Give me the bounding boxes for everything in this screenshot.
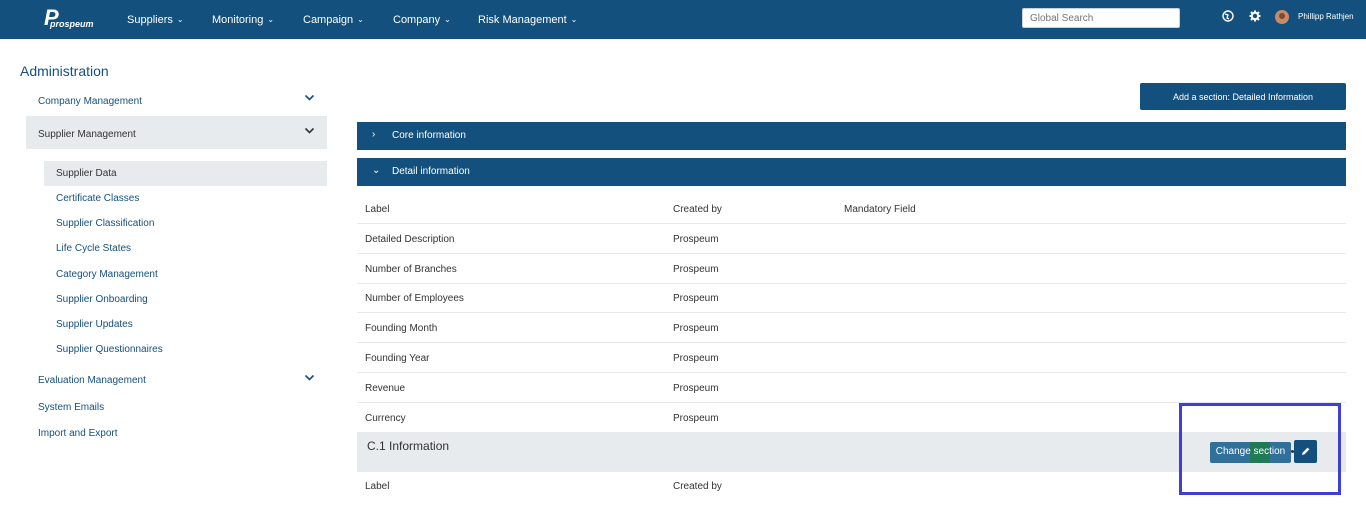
sidebar-item-evaluation-management[interactable]: Evaluation Management <box>38 375 146 386</box>
top-navbar: P prospeum Suppliers ⌄ Monitoring ⌄ Campai… <box>0 0 1366 39</box>
row-created-by: Prospeum <box>673 323 719 334</box>
section-label: Detail information <box>392 166 470 177</box>
column-header-label: Label <box>365 204 390 215</box>
sidebar-subitem-supplier-questionnaires[interactable]: Supplier Questionnaires <box>56 344 163 355</box>
globe-icon[interactable] <box>1222 10 1234 22</box>
sidebar-subitem-life-cycle-states[interactable]: Life Cycle States <box>56 243 131 254</box>
nav-label: Company <box>393 14 441 26</box>
subsection-title: C.1 Information <box>367 439 450 453</box>
nav-label: Monitoring <box>212 14 264 26</box>
avatar[interactable] <box>1275 10 1289 24</box>
global-search-input[interactable] <box>1022 8 1180 28</box>
chevron-down-icon: ⌄ <box>570 15 578 24</box>
sidebar-title: Administration <box>20 63 109 79</box>
chevron-down-icon[interactable] <box>304 94 315 102</box>
sidebar-subitem-supplier-onboarding[interactable]: Supplier Onboarding <box>56 294 148 305</box>
column-header-created-by: Created by <box>673 481 722 492</box>
row-label: Detailed Description <box>365 234 455 245</box>
row-label: Number of Branches <box>365 264 457 275</box>
gear-icon[interactable] <box>1249 10 1261 22</box>
sidebar-subitem-supplier-updates[interactable]: Supplier Updates <box>56 319 133 330</box>
row-label: Founding Year <box>365 353 430 364</box>
logo-text: prospeum <box>50 19 94 29</box>
column-header-mandatory: Mandatory Field <box>844 204 916 215</box>
sidebar-subitem-certificate-classes[interactable]: Certificate Classes <box>56 193 139 204</box>
chevron-down-icon[interactable] <box>304 374 315 382</box>
sidebar-subitem-supplier-classification[interactable]: Supplier Classification <box>56 218 154 229</box>
sidebar-item-import-export[interactable]: Import and Export <box>38 428 117 439</box>
nav-campaign[interactable]: Campaign ⌄ <box>303 14 364 26</box>
nav-label: Risk Management <box>478 14 567 26</box>
column-header-created-by: Created by <box>673 204 722 215</box>
chevron-down-icon: ⌄ <box>372 165 381 176</box>
row-created-by: Prospeum <box>673 293 719 304</box>
chevron-down-icon[interactable] <box>304 127 315 135</box>
sidebar-item-company-management[interactable]: Company Management <box>38 96 142 107</box>
row-label: Revenue <box>365 383 406 394</box>
sidebar-subitem-supplier-data[interactable]: Supplier Data <box>56 168 117 179</box>
section-detail-information[interactable]: ⌄ Detail information <box>357 158 1346 186</box>
sidebar-subitem-category-management[interactable]: Category Management <box>56 269 158 280</box>
row-created-by: Prospeum <box>673 234 719 245</box>
column-header-label: Label <box>365 481 390 492</box>
focus-highlight-box <box>1179 403 1341 495</box>
chevron-down-icon: ⌄ <box>176 15 184 24</box>
prospeum-logo[interactable]: P prospeum <box>44 7 94 31</box>
add-section-button[interactable]: Add a section: Detailed Information <box>1140 83 1346 110</box>
row-label: Number of Employees <box>365 293 464 304</box>
row-created-by: Prospeum <box>673 264 719 275</box>
chevron-right-icon: › <box>372 129 376 140</box>
row-created-by: Prospeum <box>673 413 719 424</box>
table-row[interactable]: Founding Year Prospeum <box>357 343 1346 373</box>
chevron-down-icon: ⌄ <box>267 15 275 24</box>
table-row[interactable]: Founding Month Prospeum <box>357 313 1346 343</box>
row-created-by: Prospeum <box>673 353 719 364</box>
nav-risk-management[interactable]: Risk Management ⌄ <box>478 14 577 26</box>
nav-suppliers[interactable]: Suppliers ⌄ <box>127 14 184 26</box>
sidebar-item-system-emails[interactable]: System Emails <box>38 402 104 413</box>
nav-monitoring[interactable]: Monitoring ⌄ <box>212 14 274 26</box>
nav-company[interactable]: Company ⌄ <box>393 14 451 26</box>
user-name[interactable]: Phillipp Rathjen <box>1298 12 1354 21</box>
sidebar-item-label: Supplier Management <box>38 129 136 140</box>
section-label: Core information <box>392 130 466 141</box>
table-header: Label Created by Mandatory Field <box>357 194 1346 224</box>
row-created-by: Prospeum <box>673 383 719 394</box>
chevron-down-icon: ⌄ <box>357 15 364 24</box>
chevron-down-icon: ⌄ <box>444 15 451 24</box>
row-label: Founding Month <box>365 323 438 334</box>
table-row[interactable]: Revenue Prospeum <box>357 373 1346 403</box>
table-row[interactable]: Detailed Description Prospeum <box>357 224 1346 254</box>
nav-label: Suppliers <box>127 14 173 26</box>
table-row[interactable]: Number of Branches Prospeum <box>357 254 1346 284</box>
row-label: Currency <box>365 413 406 424</box>
table-row[interactable]: Number of Employees Prospeum <box>357 283 1346 313</box>
nav-label: Campaign <box>303 14 354 26</box>
section-core-information[interactable]: › Core information <box>357 122 1346 150</box>
